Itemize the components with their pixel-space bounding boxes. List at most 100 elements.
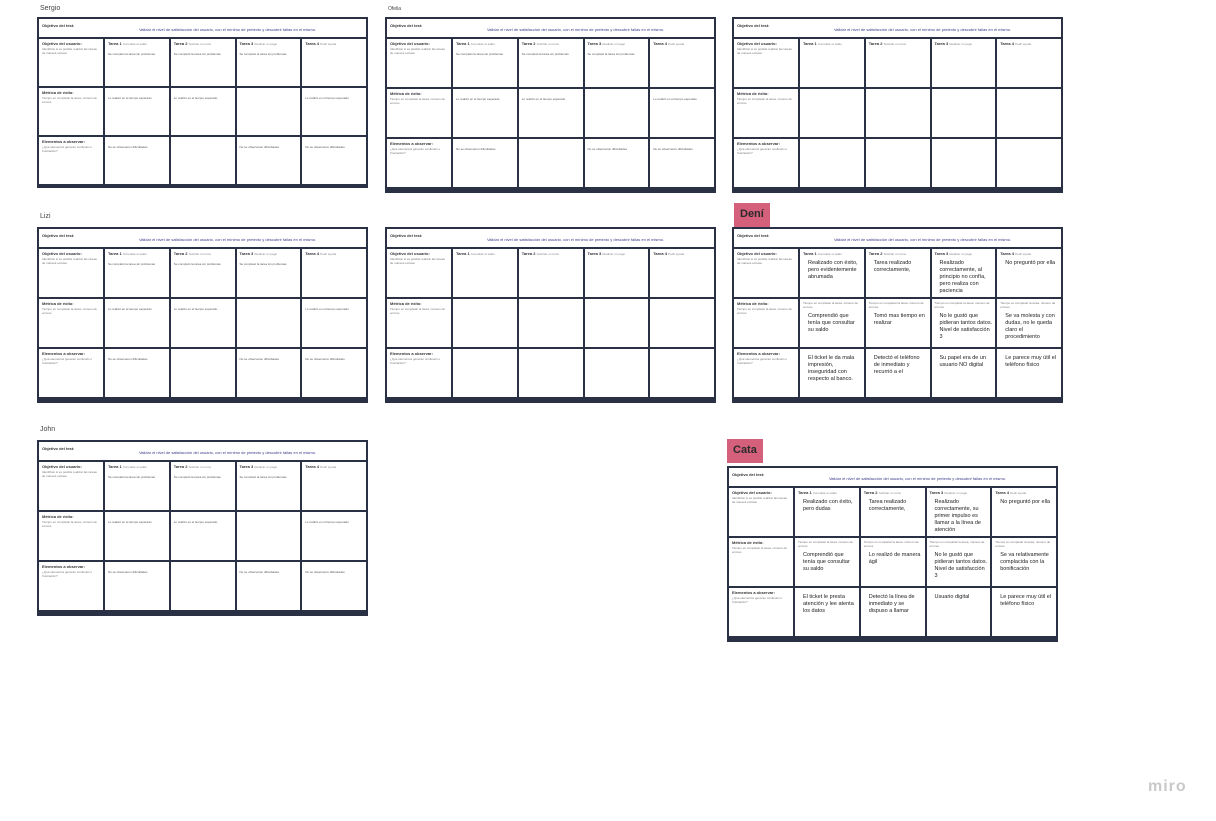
note-cell[interactable]: Tiempo en completar la tarea, número de … (992, 538, 1056, 586)
row-header-objective_user[interactable]: Objetivo del usuario: Identificar si es … (39, 462, 103, 510)
note-cell[interactable]: Tarea 4 Pedir ayuda (650, 39, 714, 87)
row-header-objective_user[interactable]: Objetivo del usuario: Identificar si es … (734, 249, 798, 297)
note-cell[interactable]: Lo realizó en el tiempo esperado (302, 512, 366, 560)
note-cell[interactable] (170, 137, 235, 184)
note-cell[interactable] (650, 299, 714, 347)
note-cell[interactable] (584, 299, 649, 347)
note-cell[interactable]: Tarea 2 Solicitar un turno (518, 249, 583, 297)
note-cell[interactable] (453, 299, 517, 347)
note-cell[interactable]: Le parece muy útil el teléfono físico (992, 588, 1056, 636)
row-header-objective_user[interactable]: Objetivo del usuario: Identificar si es … (39, 249, 103, 297)
row-header-observe[interactable]: Elementos a observar: ¿Qué elementos gen… (39, 349, 103, 397)
note-cell[interactable] (800, 139, 864, 187)
note-cell[interactable] (997, 139, 1061, 187)
note-cell[interactable] (236, 299, 301, 347)
row-header-objective_user[interactable]: Objetivo del usuario: Identificar si es … (734, 39, 798, 87)
note-cell[interactable] (865, 89, 930, 137)
note-cell[interactable]: Lo realizó en el tiempo esperado (170, 88, 235, 135)
note-cell[interactable]: Tarea 2 Solicitar un turno Se completó la… (518, 39, 583, 87)
note-cell[interactable] (997, 89, 1061, 137)
note-cell[interactable]: Tarea 3 Realizar un pago Realizado correc… (931, 249, 996, 297)
note-cell[interactable]: El ticket le presta atención y lee atent… (795, 588, 859, 636)
note-cell[interactable]: Lo realizó en el tiempo esperado (170, 512, 235, 560)
note-cell[interactable]: Tarea 4 Pedir ayuda No preguntó por ella (992, 488, 1056, 536)
note-cell[interactable]: No se observaron dificultades (105, 562, 169, 610)
note-cell[interactable] (518, 139, 583, 187)
objective-header[interactable]: Objetivo del test: Validar el nivel de sa… (387, 229, 714, 247)
note-cell[interactable] (453, 349, 517, 397)
note-cell[interactable]: Tarea 4 Pedir ayuda (302, 249, 366, 297)
note-cell[interactable]: Tiempo en completar la tarea, número de … (795, 538, 859, 586)
note-cell[interactable]: Lo realizó en el tiempo esperado (650, 89, 714, 137)
note-cell[interactable] (170, 349, 235, 397)
note-cell[interactable]: No se observaron dificultades (105, 137, 169, 184)
note-cell[interactable]: Tarea 4 Pedir ayuda (302, 39, 366, 86)
note-cell[interactable]: Tarea 2 Solicitar un turno Se completó la… (170, 462, 235, 510)
row-header-success[interactable]: Métrica de éxito: Tiempo en completar la… (39, 512, 103, 560)
note-cell[interactable]: No se observaron dificultades (236, 562, 301, 610)
note-cell[interactable]: Usuario digital (926, 588, 991, 636)
note-cell[interactable]: No se observaron dificultades (453, 139, 517, 187)
objective-header[interactable]: Objetivo del test: Validar el nivel de sa… (729, 468, 1056, 486)
row-header-objective_user[interactable]: Objetivo del usuario: Identificar si es … (387, 249, 451, 297)
note-cell[interactable] (865, 139, 930, 187)
note-cell[interactable]: Tiempo en completar la tarea, número de … (865, 299, 930, 347)
note-cell[interactable]: Tarea 4 Pedir ayuda (302, 462, 366, 510)
note-cell[interactable] (584, 349, 649, 397)
objective-header[interactable]: Objetivo del test: Validar el nivel de sa… (39, 442, 366, 460)
objective-header[interactable]: Objetivo del test: Validar el nivel de sa… (39, 19, 366, 37)
note-cell[interactable]: No se observaron dificultades (105, 349, 169, 397)
note-cell[interactable]: El ticket le da mala impresión, inseguri… (800, 349, 864, 397)
row-header-success[interactable]: Métrica de éxito: Tiempo en completar la… (387, 299, 451, 347)
note-cell[interactable]: Tarea 1 Consultar el saldo (800, 39, 864, 87)
note-cell[interactable]: Lo realizó en el tiempo esperado (105, 88, 169, 135)
note-cell[interactable]: No se observaron dificultades (302, 137, 366, 184)
row-header-observe[interactable]: Elementos a observar: ¿Qué elementos gen… (729, 588, 793, 636)
note-cell[interactable] (236, 512, 301, 560)
note-cell[interactable]: Tiempo en completar la tarea, número de … (800, 299, 864, 347)
note-cell[interactable]: Tarea 3 Realizar un pago Se completó la t… (236, 462, 301, 510)
note-cell[interactable]: Tiempo en completar la tarea, número de … (997, 299, 1061, 347)
row-header-success[interactable]: Métrica de éxito: Tiempo en completar la… (729, 538, 793, 586)
note-cell[interactable]: No se observaron dificultades (302, 562, 366, 610)
note-cell[interactable]: Tarea 2 Solicitar un turno (865, 39, 930, 87)
note-cell[interactable] (931, 139, 996, 187)
note-cell[interactable]: No se observaron dificultades (236, 349, 301, 397)
note-cell[interactable]: Tarea 2 Solicitar un turno Se completó la… (170, 39, 235, 86)
note-cell[interactable] (650, 349, 714, 397)
row-header-objective_user[interactable]: Objetivo del usuario: Identificar si es … (387, 39, 451, 87)
row-header-success[interactable]: Métrica de éxito: Tiempo en completar la… (387, 89, 451, 137)
row-header-observe[interactable]: Elementos a observar: ¿Qué elementos gen… (734, 139, 798, 187)
note-cell[interactable]: Tarea 1 Consultar el saldo Se completó la… (105, 39, 169, 86)
note-cell[interactable] (518, 299, 583, 347)
note-cell[interactable]: No se observaron dificultades (236, 137, 301, 184)
row-header-success[interactable]: Métrica de éxito: Tiempo en completar la… (39, 299, 103, 347)
note-cell[interactable]: Tarea 1 Consultar el saldo Se completó la… (453, 39, 517, 87)
note-cell[interactable]: Lo realizó en el tiempo esperado (170, 299, 235, 347)
note-cell[interactable]: Detectó la línea de inmediato y se dispu… (860, 588, 925, 636)
note-cell[interactable]: Lo realizó en el tiempo esperado (302, 299, 366, 347)
note-cell[interactable]: No se observaron dificultades (584, 139, 649, 187)
note-cell[interactable]: Lo realizó en el tiempo esperado (518, 89, 583, 137)
note-cell[interactable] (518, 349, 583, 397)
note-cell[interactable]: Tarea 1 Consultar el saldo (453, 249, 517, 297)
note-cell[interactable] (931, 89, 996, 137)
row-header-success[interactable]: Métrica de éxito: Tiempo en completar la… (734, 299, 798, 347)
note-cell[interactable]: Tarea 4 Pedir ayuda No preguntó por ella (997, 249, 1061, 297)
note-cell[interactable]: Tarea 3 Realizar un pago (584, 249, 649, 297)
row-header-observe[interactable]: Elementos a observar: ¿Qué elementos gen… (39, 562, 103, 610)
note-cell[interactable]: Tarea 1 Consultar el saldo Realizado con … (795, 488, 859, 536)
note-cell[interactable]: Tarea 2 Solicitar un turno Se completó la… (170, 249, 235, 297)
note-cell[interactable]: Lo realizó en el tiempo esperado (105, 299, 169, 347)
note-cell[interactable]: Le parece muy útil el teléfono físico (997, 349, 1061, 397)
note-cell[interactable]: Lo realizó en el tiempo esperado (105, 512, 169, 560)
note-cell[interactable]: Tarea 3 Realizar un pago Realizado correc… (926, 488, 991, 536)
row-header-observe[interactable]: Elementos a observar: ¿Qué elementos gen… (734, 349, 798, 397)
row-header-objective_user[interactable]: Objetivo del usuario: Identificar si es … (39, 39, 103, 86)
note-cell[interactable] (800, 89, 864, 137)
objective-header[interactable]: Objetivo del test: Validar el nivel de sa… (39, 229, 366, 247)
note-cell[interactable]: No se observaron dificultades (302, 349, 366, 397)
row-header-objective_user[interactable]: Objetivo del usuario: Identificar si es … (729, 488, 793, 536)
row-header-observe[interactable]: Elementos a observar: ¿Qué elementos gen… (387, 349, 451, 397)
note-cell[interactable]: Tarea 3 Realizar un pago Se completó la t… (236, 249, 301, 297)
